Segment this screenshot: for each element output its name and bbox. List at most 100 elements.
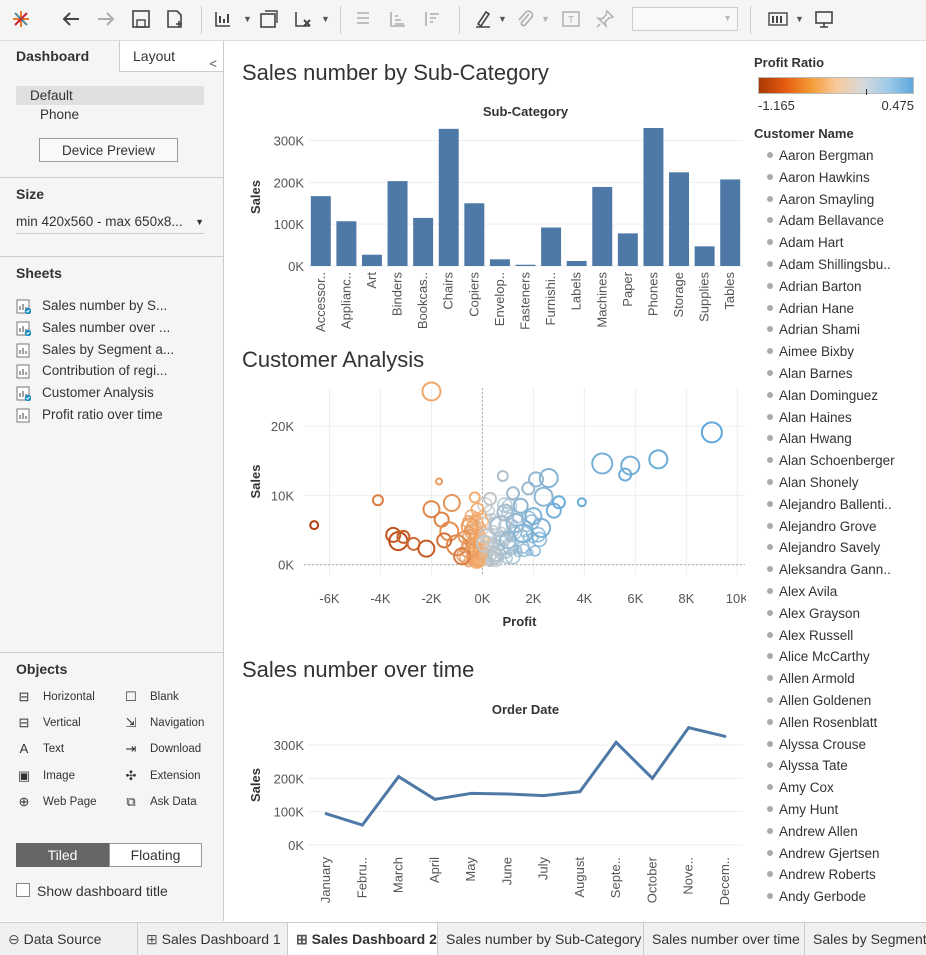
- customer-legend-item[interactable]: Allen Goldenen: [764, 690, 924, 712]
- sheet-tab[interactable]: ⊖ Data Source: [0, 923, 138, 955]
- scatter-mark[interactable]: [433, 511, 450, 528]
- floating-button[interactable]: Floating: [109, 843, 202, 867]
- labels-icon[interactable]: T: [558, 6, 584, 32]
- swap-icon[interactable]: [350, 6, 376, 32]
- customer-legend-item[interactable]: Adam Shillingsbu..: [764, 254, 924, 276]
- new-worksheet-icon[interactable]: [210, 6, 236, 32]
- scatter-mark[interactable]: [435, 477, 444, 486]
- line-point[interactable]: [360, 823, 364, 827]
- bar[interactable]: [643, 128, 664, 266]
- customer-legend-item[interactable]: Alan Haines: [764, 407, 924, 429]
- customer-legend-item[interactable]: Adrian Barton: [764, 276, 924, 298]
- customer-legend-item[interactable]: Alyssa Tate: [764, 755, 924, 777]
- sheet-item[interactable]: Sales by Segment a...: [16, 340, 216, 360]
- undo-icon[interactable]: [58, 6, 84, 32]
- customer-legend-item[interactable]: Alyssa Crouse: [764, 734, 924, 756]
- customer-legend-item[interactable]: Alan Shonely: [764, 472, 924, 494]
- scatter-mark[interactable]: [371, 494, 384, 507]
- collapse-chevron-icon[interactable]: <: [209, 48, 217, 79]
- scatter-mark[interactable]: [700, 421, 723, 444]
- customer-legend-item[interactable]: Alejandro Ballenti..: [764, 494, 924, 516]
- bar[interactable]: [720, 179, 741, 266]
- scatter-mark[interactable]: [506, 486, 521, 501]
- object-horizontal[interactable]: ⊟ Horizontal: [16, 688, 126, 706]
- object-ask-data[interactable]: ⧉ Ask Data: [123, 793, 233, 811]
- customer-legend-item[interactable]: Alex Avila: [764, 581, 924, 603]
- sort-ascending-icon[interactable]: [385, 6, 411, 32]
- customer-legend-item[interactable]: Amy Hunt: [764, 799, 924, 821]
- scatter-mark[interactable]: [496, 469, 509, 482]
- line-point[interactable]: [687, 726, 691, 730]
- line-point[interactable]: [397, 775, 401, 779]
- customer-legend-item[interactable]: Alan Hwang: [764, 428, 924, 450]
- line-point[interactable]: [578, 790, 582, 794]
- bar[interactable]: [387, 181, 408, 266]
- scatter-mark[interactable]: [468, 491, 481, 504]
- object-download[interactable]: ⇥ Download: [123, 740, 233, 758]
- line-point[interactable]: [433, 797, 437, 801]
- sort-descending-icon[interactable]: [420, 6, 446, 32]
- customer-legend-item[interactable]: Alejandro Savely: [764, 537, 924, 559]
- object-web-page[interactable]: ⊕ Web Page: [16, 793, 126, 811]
- scatter-mark[interactable]: [442, 493, 461, 512]
- customer-legend-item[interactable]: Aaron Smayling: [764, 189, 924, 211]
- bar[interactable]: [617, 233, 638, 266]
- customer-legend-item[interactable]: Adam Hart: [764, 232, 924, 254]
- object-extension[interactable]: ✣ Extension: [123, 767, 233, 785]
- sheet-item[interactable]: Sales number by S...: [16, 296, 216, 316]
- customer-legend-item[interactable]: Alan Barnes: [764, 363, 924, 385]
- line-point[interactable]: [723, 734, 727, 738]
- device-phone[interactable]: Phone: [40, 107, 79, 122]
- tab-layout[interactable]: Layout <: [119, 41, 223, 72]
- tiled-button[interactable]: Tiled: [16, 843, 109, 867]
- redo-icon[interactable]: [93, 6, 119, 32]
- sheet-item[interactable]: Contribution of regi...: [16, 361, 216, 381]
- line-point[interactable]: [542, 794, 546, 798]
- show-title-checkbox[interactable]: [16, 883, 30, 897]
- show-me-icon[interactable]: [765, 6, 791, 32]
- sheet-item[interactable]: Sales number over ...: [16, 318, 216, 338]
- customer-legend-item[interactable]: Alice McCarthy: [764, 646, 924, 668]
- bar[interactable]: [336, 221, 357, 266]
- tableau-logo-icon[interactable]: [8, 6, 34, 32]
- line-point[interactable]: [505, 792, 509, 796]
- bar[interactable]: [541, 227, 562, 266]
- customer-legend-item[interactable]: Alan Dominguez: [764, 385, 924, 407]
- scatter-mark[interactable]: [309, 520, 320, 531]
- object-vertical[interactable]: ⊟ Vertical: [16, 714, 126, 732]
- customer-legend-item[interactable]: Allen Rosenblatt: [764, 712, 924, 734]
- clear-icon[interactable]: [290, 6, 316, 32]
- customer-legend-item[interactable]: Andy Gerbode: [764, 886, 924, 908]
- customer-legend-item[interactable]: Allen Armold: [764, 668, 924, 690]
- scatter-mark[interactable]: [483, 491, 498, 506]
- customer-legend-item[interactable]: Aleksandra Gann..: [764, 559, 924, 581]
- customer-legend-item[interactable]: Andrew Allen: [764, 821, 924, 843]
- bar[interactable]: [515, 264, 536, 266]
- highlight-icon[interactable]: [470, 6, 496, 32]
- scatter-mark[interactable]: [521, 481, 536, 496]
- customer-legend-item[interactable]: Aaron Bergman: [764, 145, 924, 167]
- bar[interactable]: [464, 203, 485, 266]
- customer-legend-item[interactable]: Adrian Hane: [764, 298, 924, 320]
- device-default[interactable]: Default: [16, 86, 204, 105]
- duplicate-icon[interactable]: [256, 6, 282, 32]
- line-point[interactable]: [469, 791, 473, 795]
- line-point[interactable]: [650, 776, 654, 780]
- customer-legend-item[interactable]: Alejandro Grove: [764, 516, 924, 538]
- customer-legend-item[interactable]: Adam Bellavance: [764, 210, 924, 232]
- bar[interactable]: [438, 128, 459, 266]
- sheet-tab[interactable]: Sales number by Sub-Category: [438, 923, 644, 955]
- fit-dropdown[interactable]: ▼: [632, 7, 738, 31]
- sheet-tab[interactable]: ⊞ Sales Dashboard 2: [288, 923, 438, 955]
- scatter-mark[interactable]: [533, 486, 554, 507]
- object-text[interactable]: A Text: [16, 740, 126, 758]
- scatter-mark[interactable]: [648, 449, 669, 470]
- line-point[interactable]: [324, 812, 328, 816]
- group-icon[interactable]: [512, 6, 538, 32]
- bar[interactable]: [310, 196, 331, 266]
- line-point[interactable]: [614, 740, 618, 744]
- customer-legend-item[interactable]: Alan Schoenberger: [764, 450, 924, 472]
- save-icon[interactable]: [128, 6, 154, 32]
- bar[interactable]: [361, 254, 382, 266]
- new-data-source-icon[interactable]: [162, 6, 188, 32]
